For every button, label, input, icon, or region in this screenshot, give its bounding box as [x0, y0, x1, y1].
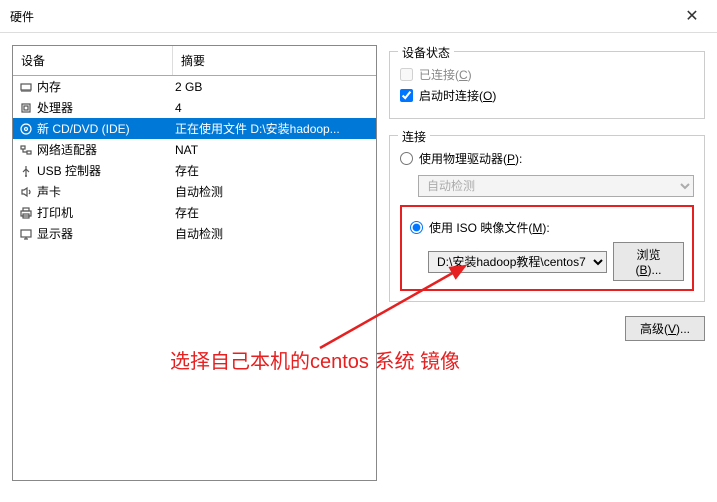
memory-icon	[17, 80, 35, 94]
table-row[interactable]: 处理器4	[13, 97, 376, 118]
table-row[interactable]: 打印机存在	[13, 202, 376, 223]
column-summary[interactable]: 摘要	[173, 46, 376, 75]
group-label: 设备状态	[398, 44, 454, 61]
iso-file-label: 使用 ISO 映像文件(M):	[429, 219, 550, 236]
iso-path-row: D:\安装hadoop教程\centos7 浏览(B)...	[410, 242, 684, 281]
usb-icon	[17, 164, 35, 178]
connect-on-start-checkbox[interactable]	[400, 89, 413, 102]
device-summary: 自动检测	[173, 183, 372, 200]
device-name: 内存	[35, 78, 173, 95]
table-row[interactable]: 内存2 GB	[13, 76, 376, 97]
connect-on-start-label: 启动时连接(O)	[419, 87, 496, 104]
physical-drive-select: 自动检测	[418, 175, 694, 197]
settings-panel: 设备状态 已连接(C) 启动时连接(O) 连接 使用物理驱动器(P): 自动检测	[389, 45, 705, 481]
advanced-row: 高级(V)...	[389, 316, 705, 341]
connected-label: 已连接(C)	[419, 66, 472, 83]
connection-group: 连接 使用物理驱动器(P): 自动检测 使用 ISO 映像文件(M): D:\安…	[389, 135, 705, 302]
device-summary: 2 GB	[173, 80, 372, 94]
iso-file-row[interactable]: 使用 ISO 映像文件(M):	[410, 219, 684, 236]
advanced-button[interactable]: 高级(V)...	[625, 316, 705, 341]
table-header: 设备 摘要	[13, 46, 376, 76]
iso-file-radio[interactable]	[410, 221, 423, 234]
device-summary: 自动检测	[173, 225, 372, 242]
cpu-icon	[17, 101, 35, 115]
iso-path-select[interactable]: D:\安装hadoop教程\centos7	[428, 251, 607, 273]
device-summary: 4	[173, 101, 372, 115]
device-name: USB 控制器	[35, 162, 173, 179]
device-name: 打印机	[35, 204, 173, 221]
iso-highlight-annotation: 使用 ISO 映像文件(M): D:\安装hadoop教程\centos7 浏览…	[400, 205, 694, 291]
physical-dropdown-wrap: 自动检测	[400, 171, 694, 197]
disc-icon	[17, 122, 35, 136]
display-icon	[17, 227, 35, 241]
table-row[interactable]: USB 控制器存在	[13, 160, 376, 181]
device-status-group: 设备状态 已连接(C) 启动时连接(O)	[389, 51, 705, 119]
browse-button[interactable]: 浏览(B)...	[613, 242, 684, 281]
device-summary: 正在使用文件 D:\安装hadoop...	[173, 120, 372, 137]
device-name: 显示器	[35, 225, 173, 242]
device-list-panel: 设备 摘要 内存2 GB处理器4新 CD/DVD (IDE)正在使用文件 D:\…	[12, 45, 377, 481]
connected-checkbox	[400, 68, 413, 81]
device-summary: 存在	[173, 204, 372, 221]
content-area: 设备 摘要 内存2 GB处理器4新 CD/DVD (IDE)正在使用文件 D:\…	[0, 33, 717, 493]
column-device[interactable]: 设备	[13, 46, 173, 75]
sound-icon	[17, 185, 35, 199]
printer-icon	[17, 206, 35, 220]
table-row[interactable]: 显示器自动检测	[13, 223, 376, 244]
device-name: 网络适配器	[35, 141, 173, 158]
physical-drive-label: 使用物理驱动器(P):	[419, 150, 522, 167]
device-summary: NAT	[173, 143, 372, 157]
connected-checkbox-row: 已连接(C)	[400, 66, 694, 83]
device-name: 新 CD/DVD (IDE)	[35, 120, 173, 137]
device-summary: 存在	[173, 162, 372, 179]
connect-on-start-row[interactable]: 启动时连接(O)	[400, 87, 694, 104]
titlebar: 硬件 ✕	[0, 0, 717, 33]
close-icon[interactable]: ✕	[677, 6, 707, 26]
device-name: 处理器	[35, 99, 173, 116]
device-name: 声卡	[35, 183, 173, 200]
group-label: 连接	[398, 128, 430, 145]
table-row[interactable]: 网络适配器NAT	[13, 139, 376, 160]
physical-drive-radio[interactable]	[400, 152, 413, 165]
table-row[interactable]: 声卡自动检测	[13, 181, 376, 202]
network-icon	[17, 143, 35, 157]
table-row[interactable]: 新 CD/DVD (IDE)正在使用文件 D:\安装hadoop...	[13, 118, 376, 139]
window-title: 硬件	[10, 8, 677, 25]
physical-drive-row[interactable]: 使用物理驱动器(P):	[400, 150, 694, 167]
